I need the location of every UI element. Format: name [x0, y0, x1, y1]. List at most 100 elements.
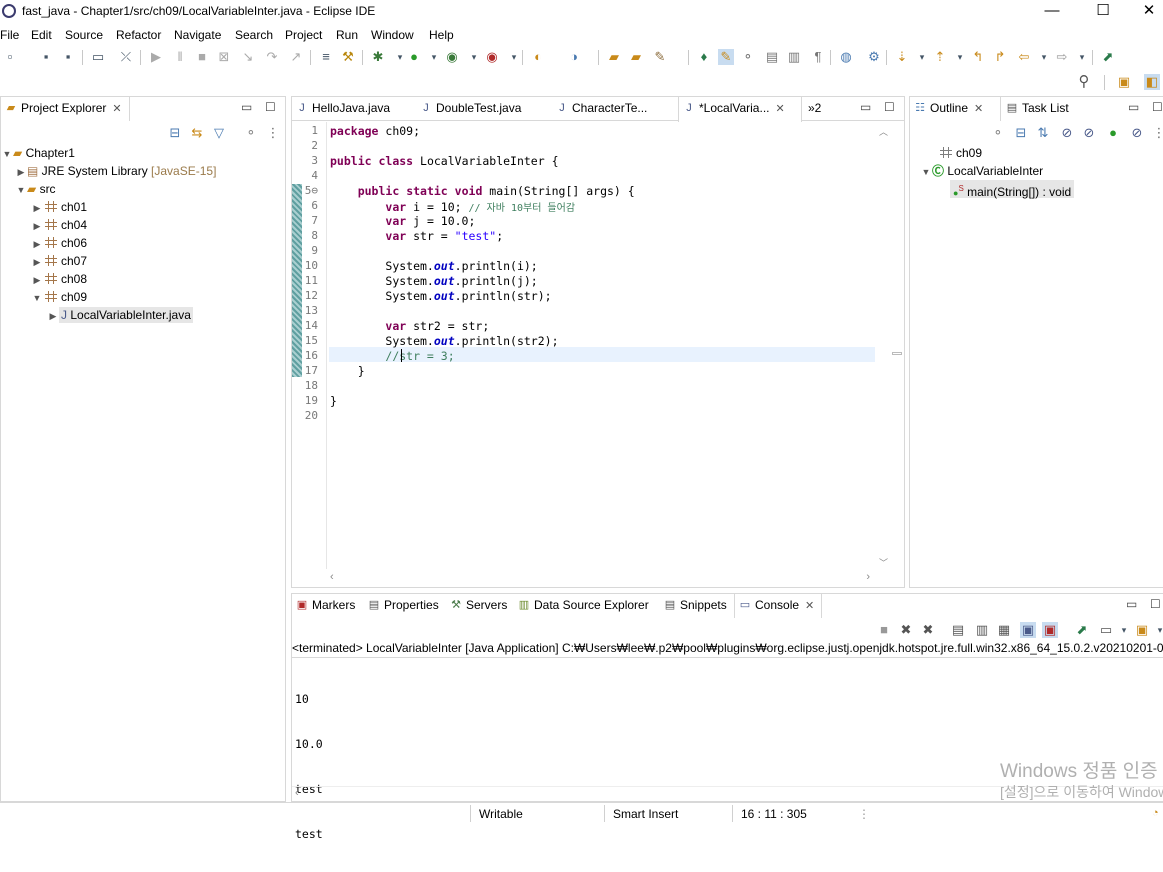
forward-history-icon[interactable]: ↱ [992, 49, 1008, 65]
menu-window[interactable]: Window [371, 28, 414, 42]
chevron-right-icon[interactable]: ▶ [31, 271, 43, 289]
step-over-icon[interactable]: ↷ [264, 49, 280, 65]
chevron-right-icon[interactable]: ▶ [15, 163, 27, 181]
show-whitespace-icon[interactable]: ▥ [786, 49, 802, 65]
tab-localvariableinter[interactable]: J *LocalVaria... ✕ [678, 97, 802, 122]
chevron-down-icon[interactable]: ▼ [1, 145, 13, 163]
disconnect-icon[interactable]: ⊠ [216, 49, 232, 65]
tab-project-explorer[interactable]: ▰ Project Explorer ✕ [0, 97, 130, 121]
chevron-left-icon[interactable]: ‹ [330, 571, 334, 583]
minimize-icon[interactable]: ▭ [241, 100, 252, 114]
view-menu-icon[interactable]: ⚬ [243, 125, 259, 141]
debug-icon[interactable]: ✱ [370, 49, 386, 65]
toggle-mark-occurrences-icon[interactable]: ♦ [696, 49, 712, 65]
skip-breakpoints-icon[interactable]: ⤫ [118, 49, 134, 65]
chevron-right-icon[interactable]: › [866, 571, 870, 583]
tab-data-source-explorer[interactable]: ▥ Data Source Explorer [514, 594, 658, 618]
tab-markers[interactable]: ▣ Markers [292, 594, 364, 618]
run-icon[interactable]: ● [406, 49, 422, 65]
next-annotation-icon[interactable]: ▤ [764, 49, 780, 65]
tab-outline[interactable]: ☷ Outline ✕ [909, 97, 1001, 121]
chevron-down-icon[interactable]: ▼ [920, 163, 932, 181]
chevron-right-icon[interactable]: ▶ [31, 235, 43, 253]
tab-charactertest[interactable]: J CharacterTe... [552, 97, 678, 121]
chevron-right-icon[interactable]: ▶ [31, 253, 43, 271]
close-icon[interactable]: ✕ [775, 98, 784, 121]
tree-src[interactable]: ▼ ▰ src [15, 180, 56, 198]
outline-package[interactable]: ch09 [938, 144, 982, 162]
overview-ruler-marker[interactable] [892, 352, 902, 355]
step-return-icon[interactable]: ↗ [288, 49, 304, 65]
tree-file[interactable]: ▶ J LocalVariableInter.java [47, 306, 193, 324]
outline-method[interactable]: ●S main(String[]) : void [950, 180, 1075, 199]
chevron-left-icon[interactable]: ‹ [295, 787, 299, 799]
hide-local-types-icon[interactable]: ⊘ [1129, 125, 1145, 141]
close-icon[interactable]: ✕ [112, 98, 121, 121]
last-edit-location-icon[interactable]: ↰ [970, 49, 986, 65]
hide-nonpublic-icon[interactable]: ● [1105, 125, 1121, 141]
new-class-icon[interactable]: ◑ [566, 49, 582, 65]
menu-edit[interactable]: Edit [31, 28, 52, 42]
tab-console[interactable]: ▭ Console ✕ [734, 594, 822, 618]
tab-task-list[interactable]: ▤ Task List [1002, 97, 1092, 121]
menu-search[interactable]: Search [235, 28, 273, 42]
search-tool-icon[interactable]: ✎ [652, 49, 668, 65]
open-type-icon[interactable]: ▰ [606, 49, 622, 65]
chevron-right-icon[interactable]: ▶ [31, 217, 43, 235]
hide-static-icon[interactable]: ⊘ [1081, 125, 1097, 141]
open-console-dropdown-icon[interactable]: ▾ [1152, 622, 1163, 638]
globe-icon[interactable]: ◍ [838, 49, 854, 65]
word-wrap-icon[interactable]: ▦ [996, 622, 1012, 638]
maximize-button[interactable]: ☐ [1081, 0, 1125, 24]
tab-hellojava[interactable]: J HelloJava.java [292, 97, 416, 121]
new-java-project-icon[interactable]: ◐ [530, 49, 546, 65]
save-icon[interactable]: ▪ [38, 49, 54, 65]
status-cursor-position[interactable]: 16 : 11 : 305 [741, 807, 807, 821]
open-console-icon[interactable]: ▣ [1134, 622, 1150, 638]
show-stderr-icon[interactable]: ▣ [1042, 622, 1058, 638]
horizontal-scrollbar[interactable]: ‹ › [328, 571, 876, 585]
minimize-icon[interactable]: ▭ [860, 100, 871, 114]
line-number[interactable]: 5⊖ [292, 184, 318, 197]
more-icon[interactable]: ⋮ [1151, 125, 1163, 141]
maximize-icon[interactable]: ☐ [884, 100, 895, 114]
display-console-icon[interactable]: ▭ [1098, 622, 1114, 638]
minimize-icon[interactable]: ▭ [1128, 100, 1139, 114]
highlight-icon[interactable]: ✎ [718, 49, 734, 65]
back-icon[interactable]: ⇦ [1016, 49, 1032, 65]
back-dropdown-icon[interactable]: ▾ [1036, 49, 1052, 65]
tab-doubletest[interactable]: J DoubleTest.java [416, 97, 552, 121]
open-perspective-icon[interactable]: ▣ [1116, 74, 1132, 90]
vertical-scrollbar[interactable]: ︿ ﹀ [878, 125, 890, 569]
tree-package-ch06[interactable]: ▶ ch06 [31, 234, 88, 253]
code-area[interactable]: 1 2 3 4 5⊖ 6 7 8 9 10 11 12 13 14 15 16 … [292, 124, 878, 564]
external-tools-dropdown-icon[interactable]: ▾ [506, 49, 522, 65]
pin-editor-icon[interactable]: ⬈ [1100, 49, 1116, 65]
minimize-icon[interactable]: ▭ [1126, 597, 1137, 611]
paragraph-icon[interactable]: ¶ [810, 49, 826, 65]
menu-help[interactable]: Help [429, 28, 454, 42]
tree-package-ch09[interactable]: ▼ ch09 [31, 288, 88, 306]
close-icon[interactable]: ✕ [974, 98, 983, 121]
remove-all-icon[interactable]: ✖ [920, 622, 936, 638]
outline-class[interactable]: ▼ Ⓒ LocalVariableInter [920, 162, 1044, 181]
block-selection-icon[interactable]: ⚬ [740, 49, 756, 65]
tab-overflow[interactable]: »2 [802, 97, 821, 121]
chevron-right-icon[interactable]: ▶ [47, 307, 59, 325]
tab-snippets[interactable]: ▤ Snippets [660, 594, 732, 618]
menu-file[interactable]: File [0, 28, 19, 42]
suspend-icon[interactable]: ‖ [172, 49, 188, 65]
scroll-lock-icon[interactable]: ▥ [974, 622, 990, 638]
collapse-all-icon[interactable]: ⊟ [1013, 125, 1029, 141]
chevron-down-icon[interactable]: ▼ [15, 181, 27, 199]
status-insert-mode[interactable]: Smart Insert [613, 807, 678, 821]
forward-dropdown-icon[interactable]: ▾ [1074, 49, 1090, 65]
maximize-icon[interactable]: ☐ [1152, 100, 1163, 114]
collapse-all-icon[interactable]: ⊟ [167, 125, 183, 141]
sort-icon[interactable]: ⇅ [1035, 125, 1051, 141]
drop-frame-icon[interactable]: ⚒ [340, 49, 356, 65]
menu-navigate[interactable]: Navigate [174, 28, 221, 42]
perspective-icon[interactable]: ⚙ [866, 49, 882, 65]
chevron-up-icon[interactable]: ︿ [879, 125, 888, 138]
clear-console-icon[interactable]: ▤ [950, 622, 966, 638]
